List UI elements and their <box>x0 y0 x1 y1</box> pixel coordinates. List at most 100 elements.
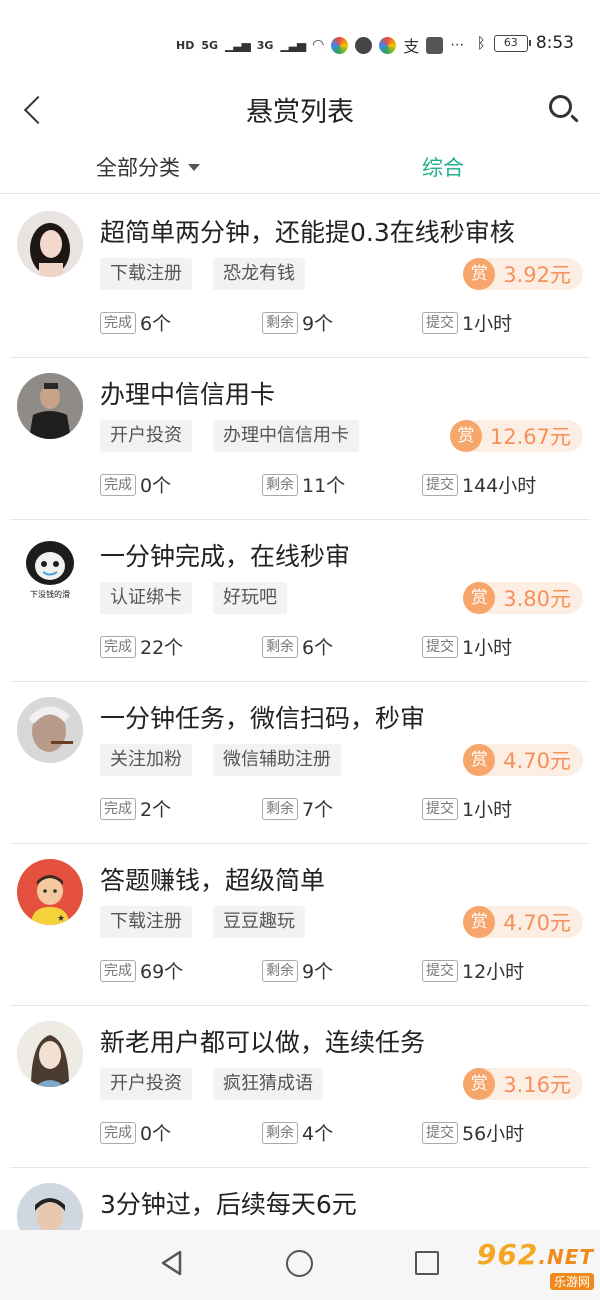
avatar-caption: 下没钱的滑 <box>30 590 70 599</box>
reward-amount: 4.70元 <box>503 749 571 773</box>
app-notification-icon <box>331 36 349 54</box>
list-item[interactable]: 3分钟过，后续每天6元 <box>0 1167 600 1237</box>
stat-value: 69个 <box>140 961 184 983</box>
stat-value: 4个 <box>302 1123 334 1145</box>
category-tag: 下载注册 <box>100 258 192 290</box>
svg-text:★: ★ <box>57 914 65 924</box>
stat-remaining: 剩余 9个 <box>262 309 333 336</box>
stat-label: 提交 <box>422 959 458 982</box>
item-title: 办理中信信用卡 <box>100 380 276 409</box>
status-indicators: HD 5G ▁▃▅ 3G ▁▃▅ ◠ 支 ⋯ <box>176 33 464 57</box>
alipay-icon: 支 <box>403 37 420 56</box>
category-tag: 开户投资 <box>100 1068 192 1100</box>
system-nav-bar: 962.NET 乐游网 <box>0 1230 600 1300</box>
search-icon <box>549 95 572 118</box>
app-tag: 办理中信信用卡 <box>213 420 359 452</box>
reward-amount: 12.67元 <box>489 425 571 449</box>
caret-down-icon <box>188 163 200 171</box>
item-title: 一分钟完成，在线秒审 <box>100 542 351 571</box>
item-title: 一分钟任务，微信扫码，秒审 <box>100 704 426 733</box>
item-title: 新老用户都可以做，连续任务 <box>100 1028 426 1057</box>
list-item[interactable]: 办理中信信用卡 开户投资 办理中信信用卡 赏 12.67元 完成 0个 剩余 11个… <box>0 357 600 519</box>
stat-label: 提交 <box>422 797 458 820</box>
status-bar: HD 5G ▁▃▅ 3G ▁▃▅ ◠ 支 ⋯ ᛒ 63 8:53 <box>0 0 600 88</box>
stat-label: 完成 <box>100 473 136 496</box>
stat-done: 完成 22个 <box>100 633 183 660</box>
stat-value: 6个 <box>140 313 172 335</box>
reward-amount: 4.70元 <box>503 911 571 935</box>
reward-amount: 3.92元 <box>503 263 571 287</box>
nav-back-button[interactable] <box>160 1250 184 1276</box>
avatar: ★ <box>17 859 83 925</box>
stat-label: 完成 <box>100 959 136 982</box>
stat-label: 剩余 <box>262 311 298 334</box>
stat-value: 11个 <box>302 475 346 497</box>
list-item[interactable]: 下没钱的滑 一分钟完成，在线秒审 认证绑卡 好玩吧 赏 3.80元 完成 22个 … <box>0 519 600 681</box>
sort-option[interactable]: 综合 <box>422 152 464 182</box>
reward-pill: 赏 12.67元 <box>449 420 583 452</box>
stat-value: 6个 <box>302 637 334 659</box>
stat-done: 完成 69个 <box>100 957 183 984</box>
stat-label: 剩余 <box>262 635 298 658</box>
stat-label: 完成 <box>100 311 136 334</box>
nav-recents-button[interactable] <box>415 1251 439 1275</box>
stat-label: 提交 <box>422 311 458 334</box>
5g-signal-icon: 5G <box>201 38 219 52</box>
list-item[interactable]: ★ 答题赚钱，超级简单 下载注册 豆豆趣玩 赏 4.70元 完成 69个 剩余 9个… <box>0 843 600 1005</box>
stat-submit: 提交 56小时 <box>422 1119 524 1146</box>
category-tag: 下载注册 <box>100 906 192 938</box>
category-tag: 认证绑卡 <box>100 582 192 614</box>
item-title: 超简单两分钟，还能提0.3在线秒审核 <box>100 218 515 247</box>
stat-submit: 提交 1小时 <box>422 633 512 660</box>
stat-label: 完成 <box>100 635 136 658</box>
avatar <box>17 1021 83 1087</box>
stat-value: 1小时 <box>462 637 513 659</box>
stat-done: 完成 2个 <box>100 795 171 822</box>
stat-submit: 提交 1小时 <box>422 795 512 822</box>
app-tag: 好玩吧 <box>213 582 287 614</box>
stat-submit: 提交 1小时 <box>422 309 512 336</box>
stat-value: 1小时 <box>462 799 513 821</box>
item-title: 3分钟过，后续每天6元 <box>100 1190 357 1219</box>
reward-pill: 赏 4.70元 <box>463 744 583 776</box>
stat-label: 完成 <box>100 797 136 820</box>
category-tag: 开户投资 <box>100 420 192 452</box>
app-tag: 恐龙有钱 <box>213 258 305 290</box>
app-tag: 微信辅助注册 <box>213 744 341 776</box>
battery-icon: 63 <box>493 34 531 52</box>
stat-label: 剩余 <box>262 959 298 982</box>
stat-value: 56小时 <box>462 1123 525 1145</box>
reward-amount: 3.80元 <box>503 587 571 611</box>
watermark-sub: 乐游网 <box>549 1273 594 1290</box>
search-button[interactable] <box>546 92 580 126</box>
more-notifications-icon: ⋯ <box>450 37 465 53</box>
avatar <box>17 211 83 277</box>
nav-home-button[interactable] <box>286 1250 313 1277</box>
list-item[interactable]: 新老用户都可以做，连续任务 开户投资 疯狂猜成语 赏 3.16元 完成 0个 剩余… <box>0 1005 600 1167</box>
category-dropdown[interactable]: 全部分类 <box>96 152 200 182</box>
app-header: 悬赏列表 <box>0 80 600 140</box>
stat-value: 2个 <box>140 799 172 821</box>
stat-done: 完成 0个 <box>100 471 171 498</box>
filter-bar: 全部分类 综合 <box>0 140 600 194</box>
list-item[interactable]: 一分钟任务，微信扫码，秒审 关注加粉 微信辅助注册 赏 4.70元 完成 2个 剩… <box>0 681 600 843</box>
page-title: 悬赏列表 <box>246 97 354 128</box>
stat-value: 22个 <box>140 637 184 659</box>
stat-label: 提交 <box>422 635 458 658</box>
app-tag: 豆豆趣玩 <box>213 906 305 938</box>
stat-value: 9个 <box>302 313 334 335</box>
watermark-net: .NET <box>538 1245 594 1269</box>
app-notification-icon <box>426 36 444 54</box>
avatar <box>17 373 83 439</box>
category-tag: 关注加粉 <box>100 744 192 776</box>
item-title: 答题赚钱，超级简单 <box>100 866 326 895</box>
message-icon <box>355 36 373 54</box>
reward-pill: 赏 3.80元 <box>463 582 583 614</box>
stat-label: 完成 <box>100 1121 136 1144</box>
reward-badge: 赏 <box>463 906 496 938</box>
stat-value: 7个 <box>302 799 334 821</box>
stat-done: 完成 0个 <box>100 1119 171 1146</box>
stat-remaining: 剩余 7个 <box>262 795 333 822</box>
hd-indicator: HD <box>176 38 195 52</box>
list-item[interactable]: 超简单两分钟，还能提0.3在线秒审核 下载注册 恐龙有钱 赏 3.92元 完成 6… <box>0 195 600 357</box>
